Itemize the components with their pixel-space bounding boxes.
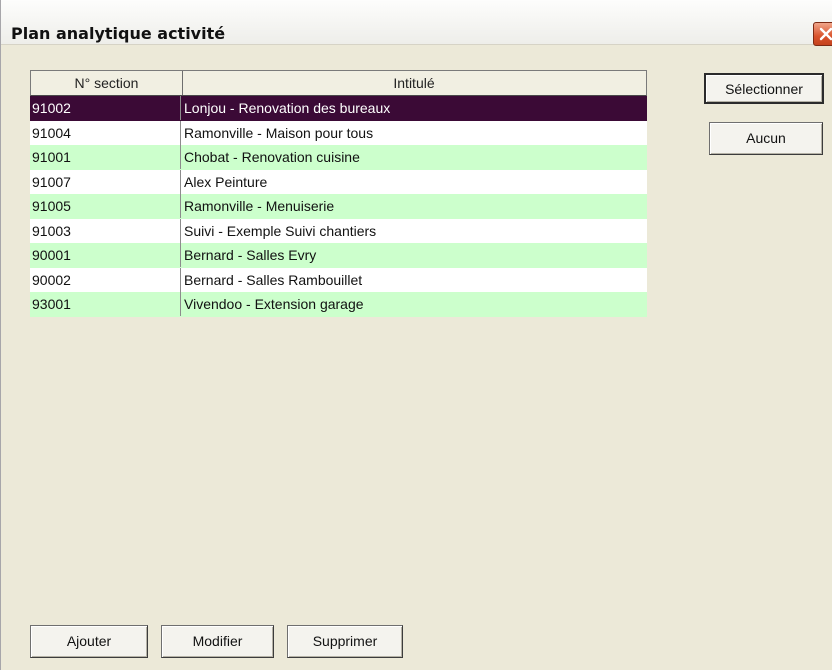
label-cell: Bernard - Salles Rambouillet bbox=[180, 267, 645, 292]
table-header: N° section Intitulé bbox=[30, 70, 647, 96]
section-cell: 91002 bbox=[32, 100, 71, 116]
section-cell: 91003 bbox=[32, 222, 71, 239]
table-row[interactable]: 93001 Vivendoo - Extension garage bbox=[30, 292, 647, 317]
dialog-window: Plan analytique activité N° section Inti… bbox=[0, 0, 832, 670]
section-cell: 91007 bbox=[32, 173, 71, 190]
table-row[interactable]: 91001 Chobat - Renovation cuisine bbox=[30, 145, 647, 170]
table-row[interactable]: 91005 Ramonville - Menuiserie bbox=[30, 194, 647, 219]
label-cell: Chobat - Renovation cuisine bbox=[180, 145, 645, 169]
column-header-section[interactable]: N° section bbox=[31, 71, 183, 95]
delete-button[interactable]: Supprimer bbox=[287, 625, 403, 658]
label-cell: Alex Peinture bbox=[180, 169, 645, 194]
label-cell: Bernard - Salles Evry bbox=[180, 243, 645, 267]
table-row[interactable]: 91002 Lonjou - Renovation des bureaux bbox=[30, 96, 647, 121]
title-bar: Plan analytique activité bbox=[1, 0, 832, 46]
none-button[interactable]: Aucun bbox=[709, 122, 823, 155]
table-body: 91002 Lonjou - Renovation des bureaux 910… bbox=[30, 96, 647, 317]
close-icon bbox=[819, 27, 832, 41]
label-cell: Suivi - Exemple Suivi chantiers bbox=[180, 218, 645, 243]
table-row[interactable]: 90001 Bernard - Salles Evry bbox=[30, 243, 647, 268]
table-row[interactable]: 90002 Bernard - Salles Rambouillet bbox=[30, 267, 647, 292]
label-cell: Lonjou - Renovation des bureaux bbox=[180, 96, 645, 120]
section-cell: 93001 bbox=[32, 296, 71, 312]
section-cell: 90002 bbox=[32, 271, 71, 288]
section-cell: 91004 bbox=[32, 124, 71, 141]
section-cell: 90001 bbox=[32, 247, 71, 263]
section-table: N° section Intitulé 91002 Lonjou - Renova… bbox=[30, 70, 647, 322]
add-button[interactable]: Ajouter bbox=[30, 625, 148, 658]
modify-button[interactable]: Modifier bbox=[161, 625, 274, 658]
window-title: Plan analytique activité bbox=[11, 24, 226, 43]
close-button[interactable] bbox=[813, 22, 832, 46]
table-row[interactable]: 91007 Alex Peinture bbox=[30, 169, 647, 194]
section-cell: 91005 bbox=[32, 198, 71, 214]
section-cell: 91001 bbox=[32, 149, 71, 165]
select-button[interactable]: Sélectionner bbox=[704, 73, 824, 104]
label-cell: Vivendoo - Extension garage bbox=[180, 292, 645, 316]
label-cell: Ramonville - Maison pour tous bbox=[180, 120, 645, 145]
label-cell: Ramonville - Menuiserie bbox=[180, 194, 645, 218]
table-row[interactable]: 91003 Suivi - Exemple Suivi chantiers bbox=[30, 218, 647, 243]
column-header-label[interactable]: Intitulé bbox=[183, 71, 645, 95]
table-row[interactable]: 91004 Ramonville - Maison pour tous bbox=[30, 120, 647, 145]
